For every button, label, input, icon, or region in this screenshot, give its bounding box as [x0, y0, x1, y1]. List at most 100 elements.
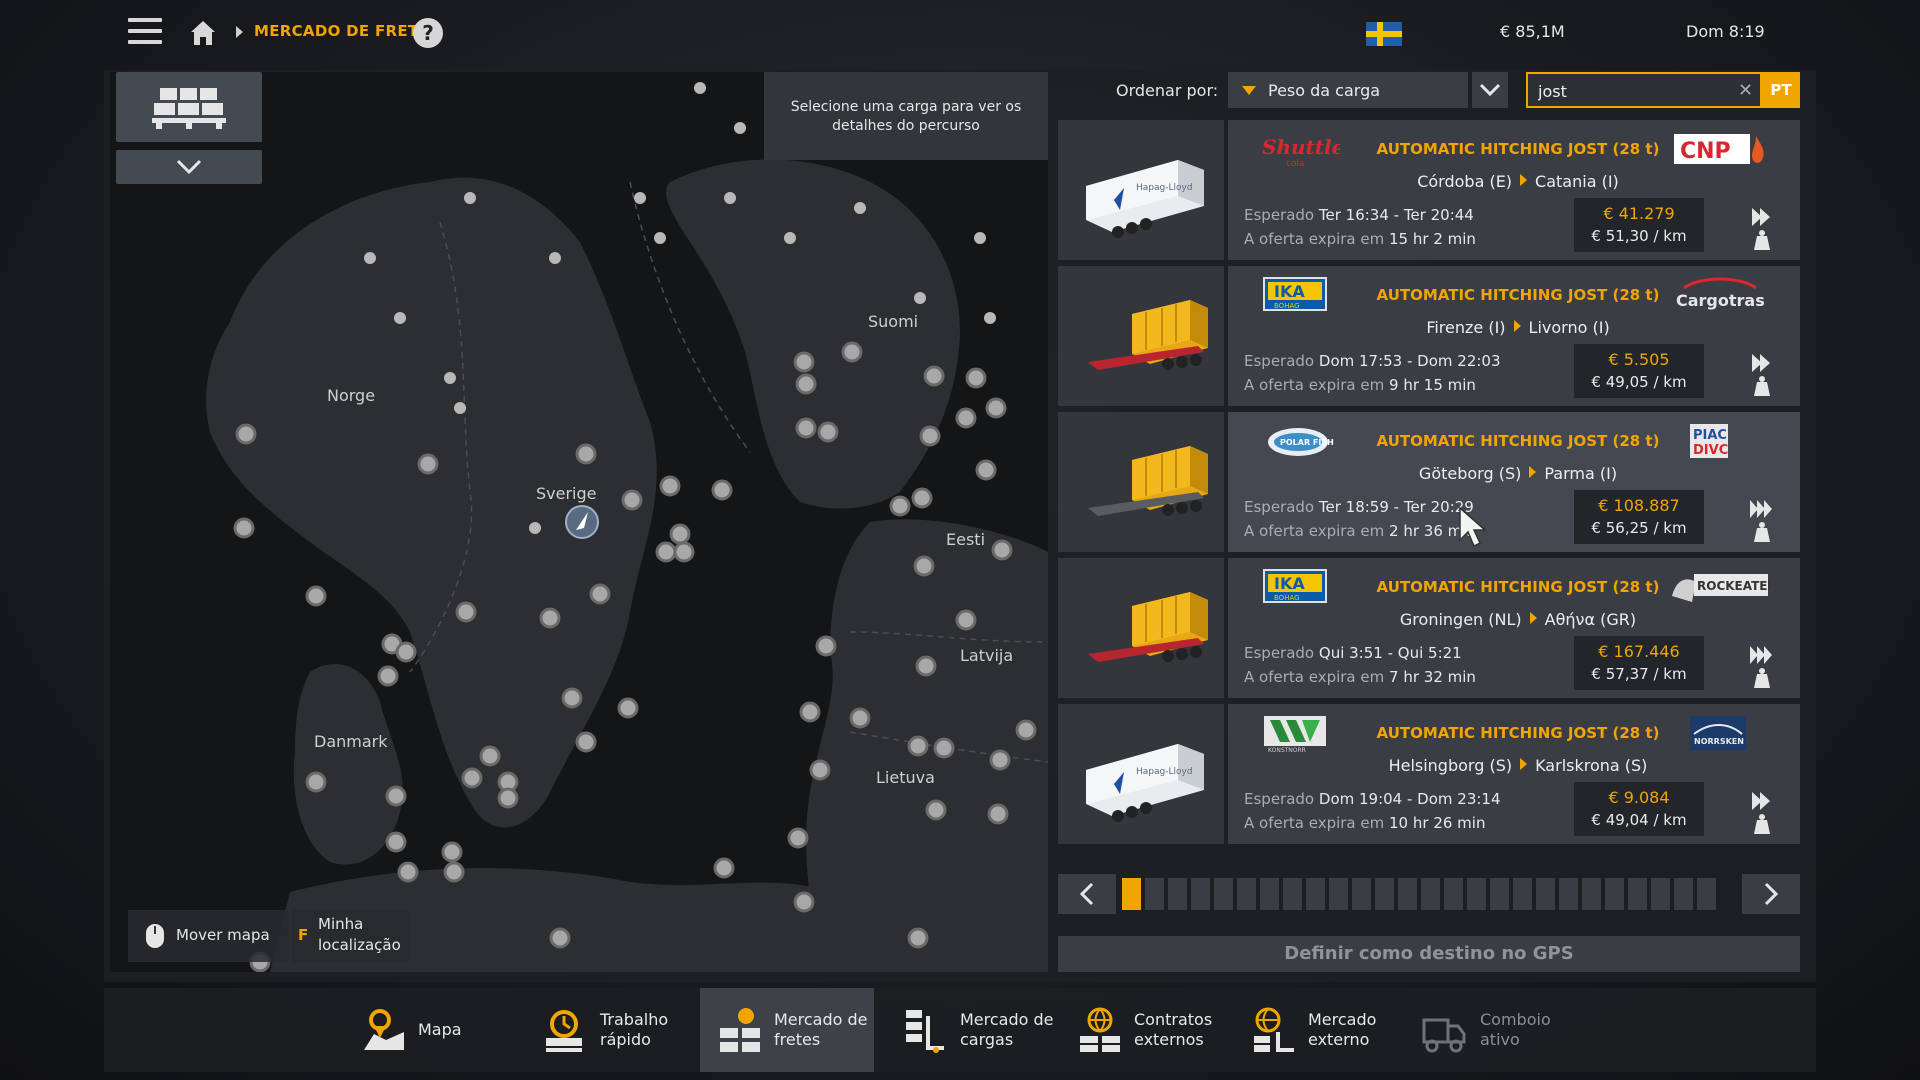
page-indicator-cell[interactable]	[1283, 878, 1302, 910]
route-details-hint: Selecione uma carga para ver os detalhes…	[764, 72, 1048, 160]
price-box: € 108.887 € 56,25 / km	[1574, 490, 1704, 544]
sweden-flag-icon	[1366, 22, 1402, 46]
nav-cargo-market[interactable]: Mercado de cargas	[884, 988, 1054, 1072]
expected-time: Esperado Qui 3:51 - Qui 5:21	[1244, 644, 1462, 662]
page-indicator-cell[interactable]	[1605, 878, 1624, 910]
route-destination: Livorno (I)	[1528, 318, 1610, 337]
page-indicator-cell[interactable]	[1145, 878, 1164, 910]
page-indicator-cell[interactable]	[1674, 878, 1693, 910]
page-indicator-cell[interactable]	[1375, 878, 1394, 910]
job-row[interactable]: POLAR FISH AUTOMATIC HITCHING JOST (28 t…	[1058, 412, 1800, 552]
offer-expiry: A oferta expira em 9 hr 15 min	[1244, 376, 1476, 394]
offer-expiry: A oferta expira em 7 hr 32 min	[1244, 668, 1476, 686]
globe-trolley-icon	[1254, 1007, 1294, 1052]
route: Córdoba (E) Catania (I)	[1328, 172, 1708, 191]
page-indicator-cell[interactable]	[1513, 878, 1532, 910]
job-card[interactable]: KONSTNORR AUTOMATIC HITCHING JOST (28 t)…	[1228, 704, 1800, 844]
hotkey-label: F	[298, 926, 309, 944]
svg-text:CNP: CNP	[1680, 139, 1731, 164]
route-details-hint-text: Selecione uma carga para ver os detalhes…	[790, 99, 1022, 134]
page-indicator-cell[interactable]	[1352, 878, 1371, 910]
set-gps-destination-button[interactable]: Definir como destino no GPS	[1058, 936, 1800, 972]
svg-text:Cargotras: Cargotras	[1676, 291, 1765, 310]
company-logo-ika-bohag: IKABOHAG	[1263, 277, 1327, 311]
sort-dropdown-button[interactable]	[1472, 72, 1508, 108]
price-per-km: € 49,05 / km	[1591, 373, 1687, 391]
my-location-label: Minha localização	[318, 915, 401, 954]
job-row[interactable]: Hapag-Lloyd Shuttle cola AUTOMATIC HITCHI…	[1058, 120, 1800, 260]
nav-external-contracts-label: Contratos externos	[1134, 1010, 1213, 1049]
price: € 41.279	[1603, 204, 1675, 223]
search-input[interactable]	[1538, 80, 1728, 102]
page-indicator-cell[interactable]	[1421, 878, 1440, 910]
company-logo-konstnorr: KONSTNORR	[1264, 716, 1326, 754]
price-per-km: € 49,04 / km	[1591, 811, 1687, 829]
nav-freight-market[interactable]: Mercado de fretes	[700, 988, 874, 1072]
page-indicator-cell[interactable]	[1490, 878, 1509, 910]
my-location-button[interactable]: F Minha localização	[292, 910, 410, 962]
page-indicator-cell[interactable]	[1444, 878, 1463, 910]
nav-external-contracts[interactable]: Contratos externos	[1060, 988, 1230, 1072]
next-page-button[interactable]	[1742, 874, 1800, 914]
cargo-name: AUTOMATIC HITCHING JOST (28 t)	[1376, 578, 1660, 596]
white-container-trailer-icon: Hapag-Lloyd	[1086, 744, 1204, 822]
clear-search-icon[interactable]: ✕	[1738, 80, 1753, 101]
page-indicator-cell[interactable]	[1628, 878, 1647, 910]
nav-external-market[interactable]: Mercado externo	[1234, 988, 1394, 1072]
sort-label: Ordenar por:	[1116, 81, 1219, 100]
page-indicator-cell[interactable]	[1260, 878, 1279, 910]
page-indicator-cell[interactable]	[1651, 878, 1670, 910]
page-indicator-cell[interactable]	[1191, 878, 1210, 910]
previous-page-button[interactable]	[1058, 874, 1116, 914]
page-indicator-cell[interactable]	[1122, 878, 1141, 910]
cargo-name: AUTOMATIC HITCHING JOST (28 t)	[1376, 724, 1660, 742]
nav-map[interactable]: Mapa	[344, 988, 494, 1072]
page-indicator-cell[interactable]	[1237, 878, 1256, 910]
nav-quick-job[interactable]: Trabalho rápido	[524, 988, 684, 1072]
job-card[interactable]: IKA BOHAG AUTOMATIC HITCHING JOST (28 t) …	[1228, 558, 1800, 698]
chevron-right-icon	[1764, 882, 1779, 906]
page-indicator-cell[interactable]	[1467, 878, 1486, 910]
map-label-danmark: Danmark	[314, 732, 388, 751]
expand-panel-button[interactable]	[116, 150, 262, 184]
sort-select[interactable]: Peso da carga	[1228, 72, 1468, 108]
weight-icon	[1754, 236, 1770, 250]
home-icon[interactable]	[188, 18, 218, 48]
page-indicator-cell[interactable]	[1559, 878, 1578, 910]
svg-text:ROCKEATER: ROCKEATER	[1697, 579, 1770, 593]
page-indicator-cell[interactable]	[1214, 878, 1233, 910]
map-view[interactable]: Selecione uma carga para ver os detalhes…	[110, 72, 1048, 972]
money-balance: € 85,1M	[1500, 22, 1565, 41]
page-indicator-cell[interactable]	[1398, 878, 1417, 910]
job-row[interactable]: IKA BOHAG AUTOMATIC HITCHING JOST (28 t) …	[1058, 266, 1800, 406]
chevron-left-icon	[1079, 882, 1094, 906]
route-arrow-icon	[1520, 758, 1528, 770]
job-card[interactable]: POLAR FISH AUTOMATIC HITCHING JOST (28 t…	[1228, 412, 1800, 552]
nav-active-convoy[interactable]: Comboio ativo	[1404, 988, 1564, 1072]
language-button[interactable]: PT	[1762, 72, 1800, 108]
page-indicator-cell[interactable]	[1697, 878, 1716, 910]
job-row[interactable]: Hapag-Lloyd KONSTNORR AUTOMATIC HITCHING…	[1058, 704, 1800, 844]
expected-time: Esperado Ter 16:34 - Ter 20:44	[1244, 206, 1474, 224]
cargo-view-toggle-button[interactable]	[116, 72, 262, 142]
nav-cargo-market-label: Mercado de cargas	[960, 1010, 1054, 1049]
sort-direction-icon[interactable]	[1242, 86, 1256, 95]
page-indicator-cell[interactable]	[1536, 878, 1555, 910]
trailer-thumbnail	[1058, 412, 1224, 552]
route: Firenze (I) Livorno (I)	[1328, 318, 1708, 337]
move-map-control[interactable]: Mover mapa	[128, 910, 288, 962]
map-label-lietuva: Lietuva	[876, 768, 935, 787]
route-arrow-icon	[1529, 612, 1537, 624]
page-indicator-cell[interactable]	[1329, 878, 1348, 910]
job-card[interactable]: Shuttle cola AUTOMATIC HITCHING JOST (28 …	[1228, 120, 1800, 260]
job-row[interactable]: IKA BOHAG AUTOMATIC HITCHING JOST (28 t) …	[1058, 558, 1800, 698]
route: Helsingborg (S) Karlskrona (S)	[1328, 756, 1708, 775]
route-arrow-icon	[1520, 174, 1528, 186]
page-indicator-cell[interactable]	[1582, 878, 1601, 910]
hamburger-menu-icon[interactable]	[128, 18, 162, 48]
job-card[interactable]: IKA BOHAG AUTOMATIC HITCHING JOST (28 t) …	[1228, 266, 1800, 406]
page-indicator-cell[interactable]	[1168, 878, 1187, 910]
page-indicator-cell[interactable]	[1306, 878, 1325, 910]
search-box[interactable]: ✕	[1526, 72, 1762, 108]
help-button[interactable]: ?	[413, 18, 443, 48]
